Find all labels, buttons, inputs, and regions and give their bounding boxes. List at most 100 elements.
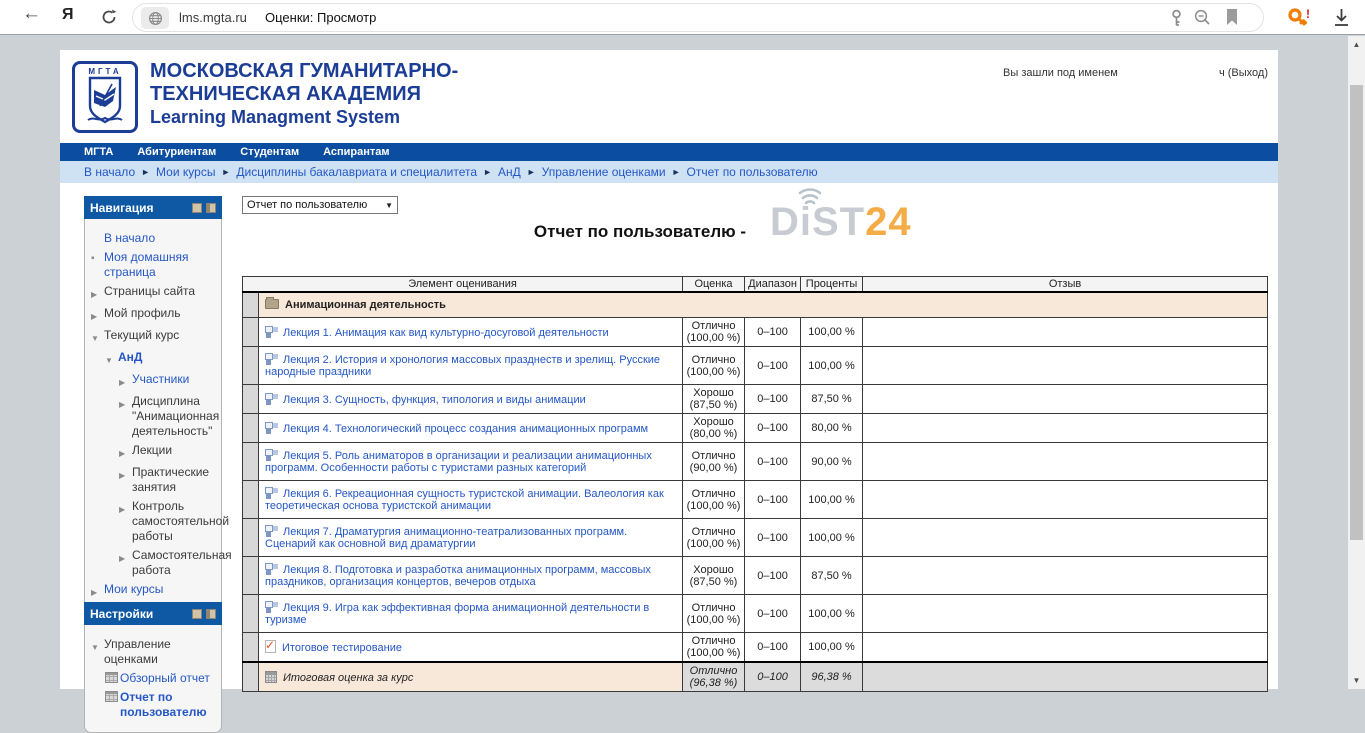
scroll-down-icon[interactable]: ▼	[1348, 676, 1365, 685]
navigation-item: В начало	[89, 231, 217, 246]
dock-block-icon[interactable]	[206, 609, 216, 619]
password-alert-key-icon[interactable]: !	[1288, 7, 1312, 34]
navigation-label[interactable]: Участники	[132, 372, 217, 390]
navigation-label: Лекции	[132, 443, 217, 461]
yandex-logo-icon[interactable]: Я	[62, 6, 74, 24]
feedback-cell	[863, 519, 1268, 557]
lesson-icon	[265, 487, 277, 499]
indent-cell	[243, 557, 259, 595]
breadcrumb-item[interactable]: Мои курсы	[156, 165, 215, 179]
indent-cell	[243, 347, 259, 385]
breadcrumb-separator-icon: ►	[672, 167, 681, 177]
key-icon[interactable]	[1168, 8, 1185, 33]
nav-item-МГТА[interactable]: МГТА	[84, 146, 113, 158]
item-name-cell: Лекция 3. Сущность, функция, типология и…	[259, 385, 683, 414]
grade-report-table: Элемент оцениванияОценкаДиапазонПроценты…	[242, 276, 1268, 692]
collapse-block-icon[interactable]	[192, 609, 202, 619]
back-icon[interactable]: ←	[22, 3, 41, 25]
nav-item-Абитуриентам[interactable]: Абитуриентам	[137, 146, 216, 158]
lesson-icon	[265, 563, 277, 575]
column-header: Элемент оценивания	[243, 277, 683, 293]
navigation-label[interactable]: АнД	[118, 350, 217, 368]
settings-block-title: Настройки	[90, 607, 153, 621]
settings-label[interactable]: Обзорный отчет	[120, 671, 217, 686]
collapse-block-icon[interactable]	[192, 203, 202, 213]
navigation-label[interactable]: В начало	[104, 231, 217, 246]
report-type-select[interactable]: Отчет по пользователю ▼	[242, 196, 398, 214]
grade-item-link[interactable]: Лекция 1. Анимация как вид культурно-дос…	[283, 327, 609, 339]
grade-item-link[interactable]: Лекция 5. Роль аниматоров в организации …	[265, 450, 652, 474]
column-header: Оценка	[683, 277, 745, 293]
bookmark-icon[interactable]	[1225, 8, 1239, 31]
feedback-cell	[863, 443, 1268, 481]
navigation-label[interactable]: Моя домашняя страница	[104, 250, 217, 280]
breadcrumb-item[interactable]: Дисциплины бакалавриата и специалитета	[236, 165, 477, 179]
grade-item-link[interactable]: Лекция 9. Игра как эффективная форма ани…	[265, 602, 649, 626]
breadcrumb-item[interactable]: Управление оценками	[542, 165, 666, 179]
breadcrumb-item[interactable]: В начало	[84, 165, 135, 179]
tree-right-icon: ▶	[119, 465, 132, 495]
course-total-label: Итоговая оценка за курс	[283, 672, 413, 684]
tree-right-icon: ▶	[91, 582, 104, 600]
logout-link[interactable]: ч (Выход)	[1219, 67, 1268, 79]
calc-icon	[265, 671, 277, 683]
navigation-block-header: Навигация	[84, 196, 222, 219]
lesson-icon	[265, 393, 277, 405]
logo-abbr: МГТА	[75, 67, 135, 76]
grade-item-link[interactable]: Итоговое тестирование	[282, 642, 402, 654]
feedback-cell	[863, 633, 1268, 663]
grade-item-link[interactable]: Лекция 4. Технологический процесс создан…	[283, 423, 648, 435]
tree-right-icon: ▶	[119, 394, 132, 439]
settings-label[interactable]: Отчет по пользователю	[120, 690, 217, 720]
breadcrumb-item[interactable]: Отчет по пользователю	[687, 165, 818, 179]
lesson-icon	[265, 449, 277, 461]
grade-item-link[interactable]: Лекция 6. Рекреационная сущность туристс…	[265, 488, 664, 512]
item-name-cell: Лекция 6. Рекреационная сущность туристс…	[259, 481, 683, 519]
navigation-item: ▶Мои курсы	[89, 582, 217, 600]
range-cell: 0–100	[745, 443, 801, 481]
nav-item-Аспирантам[interactable]: Аспирантам	[323, 146, 389, 158]
course-total-row: Итоговая оценка за курсОтлично (96,38 %)…	[243, 662, 1268, 692]
column-header: Проценты	[801, 277, 863, 293]
nav-item-Студентам[interactable]: Студентам	[240, 146, 299, 158]
grade-item-row: Лекция 4. Технологический процесс создан…	[243, 414, 1268, 443]
grade-item-link[interactable]: Лекция 2. История и хронология массовых …	[265, 354, 660, 378]
dock-block-icon[interactable]	[206, 203, 216, 213]
grade-cell: Отлично (100,00 %)	[683, 519, 745, 557]
grade-item-link[interactable]: Лекция 7. Драматургия анимационно-театра…	[265, 526, 627, 550]
indent-cell	[243, 662, 259, 692]
tree-right-icon: ▶	[119, 499, 132, 544]
feedback-cell	[863, 414, 1268, 443]
percent-cell: 100,00 %	[801, 481, 863, 519]
percent-cell: 80,00 %	[801, 414, 863, 443]
range-cell: 0–100	[745, 595, 801, 633]
watermark-orange-text: 24	[865, 200, 912, 244]
address-bar[interactable]: lms.mgta.ru Оценки: Просмотр	[132, 3, 1264, 32]
percent-cell: 100,00 %	[801, 633, 863, 663]
login-status: Вы зашли под именем ч (Выход)	[1003, 67, 1268, 79]
scrollbar-thumb[interactable]	[1350, 85, 1363, 540]
breadcrumb-item[interactable]: АнД	[498, 165, 521, 179]
navigation-block: Навигация В начало▪Моя домашняя страница…	[84, 196, 222, 613]
reload-icon[interactable]	[100, 8, 118, 31]
tree-right-icon: ▶	[119, 443, 132, 461]
zoom-magnifier-icon[interactable]	[1193, 8, 1212, 32]
grade-item-link[interactable]: Лекция 8. Подготовка и разработка анимац…	[265, 564, 651, 588]
navigation-item: ▼АнД	[89, 350, 217, 368]
navigation-label: Дисциплина "Анимационная деятельность"	[132, 394, 219, 439]
breadcrumb-separator-icon: ►	[527, 167, 536, 177]
tab-title-text: Оценки: Просмотр	[265, 10, 376, 25]
url-text[interactable]: lms.mgta.ru	[179, 10, 247, 25]
download-icon[interactable]	[1332, 8, 1351, 32]
navigation-item: ▶Самостоятельная работа	[89, 548, 217, 578]
tree-right-icon: ▶	[91, 306, 104, 324]
settings-block: Настройки ▼Управление оценкамиОбзорный о…	[84, 602, 222, 733]
navigation-label[interactable]: Мои курсы	[104, 582, 217, 600]
grade-item-link[interactable]: Лекция 3. Сущность, функция, типология и…	[283, 394, 586, 406]
scroll-up-icon[interactable]: ▲	[1348, 40, 1365, 49]
tree-spacer	[91, 231, 104, 246]
feedback-cell	[863, 481, 1268, 519]
range-cell: 0–100	[745, 557, 801, 595]
window-scrollbar[interactable]: ▲ ▼	[1348, 36, 1365, 689]
lms-subtitle: Learning Managment System	[150, 106, 458, 129]
